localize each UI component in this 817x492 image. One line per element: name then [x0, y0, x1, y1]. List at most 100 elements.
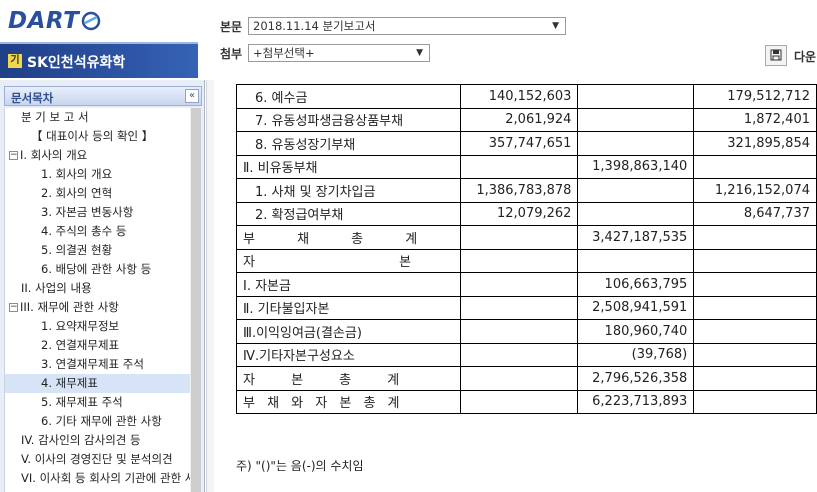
toc-item-label: II. 사업의 내용 [21, 281, 92, 295]
attach-select[interactable]: +첨부선택+ ▼ [248, 44, 430, 62]
value-cell [693, 319, 817, 344]
toc-title: 문서목차 [11, 91, 54, 105]
value-cell: 2,796,526,358 [577, 366, 695, 391]
account-name-total: 부 채 총 계 [236, 225, 461, 250]
value-cell [693, 225, 817, 250]
toc-item-label: VI. 이사회 등 회사의 기관에 관한 사항 [21, 471, 190, 485]
footnote: 주) "()"는 음(-)의 수치임 [236, 459, 364, 473]
value-cell [459, 319, 579, 344]
value-cell [577, 248, 695, 273]
tree-collapse-icon[interactable]: − [9, 151, 18, 160]
toc-item[interactable]: 1. 회사의 개요 [5, 165, 190, 184]
toc-item[interactable]: 4. 주식의 총수 등 [5, 222, 190, 241]
toc-tree: 분 기 보 고 서 【 대표이사 등의 확인 】 − I. 회사의 개요 1. 회… [4, 108, 190, 492]
toc-scrollbar[interactable] [190, 108, 202, 492]
toc-item-label: 5. 의결권 현황 [41, 243, 113, 257]
value-cell: 179,512,712 [693, 84, 817, 109]
download-button[interactable] [765, 45, 787, 66]
dropdown-arrow-icon: ▼ [552, 21, 559, 31]
toc-item-label: 2. 회사의 연혁 [41, 186, 113, 200]
table-row: 부 채 와 자 본 총 계 6,223,713,893 [236, 389, 817, 414]
toc-item[interactable]: 5. 재무제표 주석 [5, 393, 190, 412]
toc-item-governance[interactable]: VI. 이사회 등 회사의 기관에 관한 사항 [5, 469, 190, 488]
report-select[interactable]: 2018.11.14 분기보고서 ▼ [248, 17, 566, 35]
value-cell [693, 154, 817, 179]
toc-item[interactable]: 3. 연결재무제표 주석 [5, 355, 190, 374]
toc-item-label: III. 재무에 관한 사항 [20, 300, 119, 314]
toc-item-label: 4. 재무제표 [41, 376, 98, 390]
toc-item-business[interactable]: II. 사업의 내용 [5, 279, 190, 298]
account-name: Ⅰ. 자본금 [236, 272, 461, 297]
toc-item-selected[interactable]: 4. 재무제표 [5, 374, 190, 393]
value-cell [577, 201, 695, 226]
attach-select-value: +첨부선택+ [253, 46, 315, 60]
value-cell [577, 84, 695, 109]
toc-item[interactable]: 3. 자본금 변동사항 [5, 203, 190, 222]
toc-item-label: V. 이사의 경영진단 및 분석의견 [21, 452, 173, 466]
toc-sidebar: 문서목차 « 분 기 보 고 서 【 대표이사 등의 확인 】 − I. 회사의 … [0, 80, 205, 492]
table-row: 6. 예수금 140,152,603 179,512,712 [236, 84, 817, 109]
value-cell: 8,647,737 [693, 201, 817, 226]
toc-item-label: I. 회사의 개요 [20, 148, 88, 162]
table-row: 자 본 총 계 2,796,526,358 [236, 366, 817, 391]
save-icon [770, 49, 782, 61]
toc-item[interactable]: 2. 회사의 연혁 [5, 184, 190, 203]
value-cell [577, 178, 695, 203]
value-cell [693, 272, 817, 297]
toc-item[interactable]: 5. 의결권 현황 [5, 241, 190, 260]
toc-item-ceo-confirm[interactable]: 【 대표이사 등의 확인 】 [5, 127, 190, 146]
tree-collapse-icon[interactable]: − [9, 303, 18, 312]
toc-item-finance[interactable]: − III. 재무에 관한 사항 [5, 298, 190, 317]
toc-item[interactable]: 1. 요약재무정보 [5, 317, 190, 336]
account-name: 1. 사채 및 장기차입금 [236, 178, 461, 203]
value-cell: 12,079,262 [459, 201, 579, 226]
logo-swoosh-icon [82, 11, 101, 31]
toc-item[interactable]: 6. 배당에 관한 사항 등 [5, 260, 190, 279]
table-row: Ⅰ. 자본금 106,663,795 [236, 272, 817, 297]
value-cell [459, 248, 579, 273]
toc-item-label: 3. 연결재무제표 주석 [41, 357, 144, 371]
toc-item-mdna[interactable]: V. 이사의 경영진단 및 분석의견 [5, 450, 190, 469]
account-name: Ⅲ.이익잉여금(결손금) [236, 319, 461, 344]
toc-item[interactable]: 2. 연결재무제표 [5, 336, 190, 355]
value-cell: 3,427,187,535 [577, 225, 695, 250]
account-name: Ⅱ. 기타불입자본 [236, 295, 461, 320]
account-name-section: 자 본 [236, 248, 461, 273]
value-cell [577, 131, 695, 156]
account-name: 2. 확정급여부채 [236, 201, 461, 226]
table-row: 8. 유동성장기부채 357,747,651 321,895,854 [236, 131, 817, 156]
value-cell: 140,152,603 [459, 84, 579, 109]
account-name: 6. 예수금 [236, 84, 461, 109]
toc-item-label: IV. 감사인의 감사의견 등 [21, 433, 141, 447]
toc-item-report[interactable]: 분 기 보 고 서 [5, 108, 190, 127]
value-cell [459, 272, 579, 297]
report-label: 본문 [220, 20, 243, 34]
value-cell [459, 366, 579, 391]
download-label[interactable]: 다운 [794, 48, 816, 65]
toc-scrollbar-thumb[interactable] [191, 108, 201, 492]
account-name: 7. 유동성파생금융상품부채 [236, 107, 461, 132]
collapse-sidebar-icon[interactable]: « [185, 89, 199, 103]
toc-item-audit[interactable]: IV. 감사인의 감사의견 등 [5, 431, 190, 450]
company-type-badge: 기 [8, 54, 22, 68]
toc-item-company-overview[interactable]: − I. 회사의 개요 [5, 146, 190, 165]
toc-item-label: 1. 회사의 개요 [41, 167, 113, 181]
toc-item[interactable]: 6. 기타 재무에 관한 사항 [5, 412, 190, 431]
value-cell [693, 389, 817, 414]
table-row: Ⅱ. 비유동부채 1,398,863,140 [236, 154, 817, 179]
toc-header: 문서목차 « [4, 86, 202, 106]
table-row: Ⅲ.이익잉여금(결손금) 180,960,740 [236, 319, 817, 344]
header: DART 기 SK인천석유화학 본문 2018.11.14 분기보고서 ▼ 첨부… [0, 0, 817, 80]
value-cell [693, 342, 817, 367]
value-cell [459, 342, 579, 367]
document-body: 6. 예수금 140,152,603 179,512,712 7. 유동성파생금… [214, 80, 817, 492]
toc-item-label: 4. 주식의 총수 등 [41, 224, 127, 238]
account-name-total: 자 본 총 계 [236, 366, 461, 391]
table-row: 2. 확정급여부채 12,079,262 8,647,737 [236, 201, 817, 226]
value-cell: 6,223,713,893 [577, 389, 695, 414]
toc-item-label: 1. 요약재무정보 [41, 319, 120, 333]
report-select-value: 2018.11.14 분기보고서 [253, 19, 376, 33]
dart-logo[interactable]: DART [8, 6, 101, 36]
value-cell: 1,216,152,074 [693, 178, 817, 203]
table-row: 1. 사채 및 장기차입금 1,386,783,878 1,216,152,07… [236, 178, 817, 203]
